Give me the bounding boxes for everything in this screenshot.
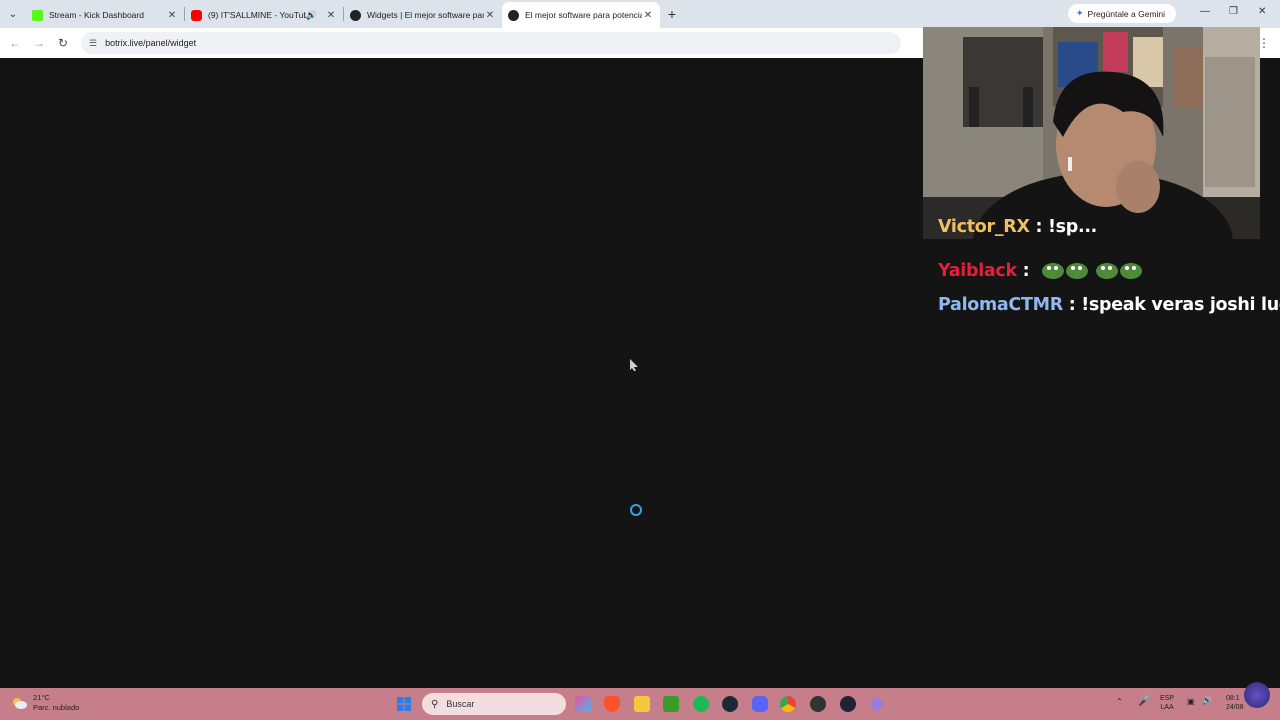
url-field[interactable]: ☰ botrix.live/panel/widget <box>81 32 901 54</box>
clock-time: 08:1 <box>1226 695 1240 702</box>
tab-widgets[interactable]: Widgets | El mejor software para ✕ <box>344 2 502 28</box>
tray-chevron-icon[interactable]: ⌃ <box>1116 697 1123 706</box>
language-indicator[interactable]: ESP LAA <box>1160 694 1174 712</box>
minimize-icon[interactable]: — <box>1200 6 1210 17</box>
chat-text: : !speak veras joshi luck? <box>1068 295 1280 315</box>
reload-icon[interactable]: ↻ <box>51 36 75 50</box>
volume-icon[interactable]: 🔊 <box>1202 696 1212 705</box>
botrix-icon <box>508 9 519 21</box>
pepe-emote-icon <box>1042 263 1089 279</box>
window-close-icon[interactable]: ✕ <box>1258 6 1266 17</box>
back-arrow-icon[interactable]: ← <box>3 36 27 50</box>
new-tab-button[interactable]: + <box>660 6 684 22</box>
windows-taskbar: 21°C Parc. nublado ⚲ Buscar ⌃ 🎤 ESP LAA … <box>0 682 1280 720</box>
close-tab-icon[interactable]: ✕ <box>325 10 337 21</box>
chrome-icon[interactable] <box>780 696 796 712</box>
search-icon: ⚲ <box>431 698 439 710</box>
taskbar-search-box[interactable]: ⚲ Buscar <box>422 693 566 715</box>
clock[interactable]: 08:1 24/08 <box>1226 694 1244 712</box>
tab-title: Widgets | El mejor software para <box>367 10 484 20</box>
mouse-cursor-icon <box>630 359 638 371</box>
weather-temp: 21°C <box>33 693 50 702</box>
ask-gemini-button[interactable]: ✦ Pregúntale a Gemini <box>1068 4 1176 23</box>
clock-date: 24/08 <box>1226 704 1244 711</box>
tab-title: Stream - Kick Dashboard <box>49 10 144 20</box>
chat-username: Victor_RX <box>938 217 1030 237</box>
close-tab-icon[interactable]: ✕ <box>642 10 654 21</box>
file-explorer-icon[interactable] <box>634 696 650 712</box>
loading-spinner <box>630 504 642 516</box>
forward-arrow-icon[interactable]: → <box>27 36 51 50</box>
corner-mascot-icon <box>1244 682 1270 708</box>
brave-browser-icon[interactable] <box>604 696 620 712</box>
tab-title: El mejor software para potencia <box>525 10 642 20</box>
discord-icon[interactable] <box>752 696 768 712</box>
keyboard-layout: LAA <box>1160 704 1174 711</box>
tab-kick-dashboard[interactable]: Stream - Kick Dashboard ✕ <box>26 2 184 28</box>
microphone-icon[interactable]: 🎤 <box>1138 696 1150 707</box>
cloudy-weather-icon <box>13 698 27 709</box>
close-tab-icon[interactable]: ✕ <box>166 10 178 21</box>
weather-desc: Parc. nublado <box>33 703 80 712</box>
search-placeholder: Buscar <box>446 699 475 709</box>
spotify-icon[interactable] <box>693 696 709 712</box>
gemini-spark-icon: ✦ <box>1076 8 1084 18</box>
pepe-emote-icon <box>1095 263 1142 279</box>
gemini-label: Pregúntale a Gemini <box>1087 8 1166 19</box>
steam-icon[interactable] <box>722 696 738 712</box>
copilot-icon[interactable] <box>575 696 591 712</box>
chat-username: Yaiblack <box>938 261 1017 281</box>
close-tab-icon[interactable]: ✕ <box>484 10 496 21</box>
chat-message: PalomaCTMR : !speak veras joshi luck? <box>938 295 1280 315</box>
minecraft-icon[interactable] <box>663 696 679 712</box>
speaker-icon[interactable]: 🔊 <box>306 10 317 21</box>
webcam-overlay <box>923 27 1260 239</box>
youtube-icon <box>191 9 202 21</box>
language-code: ESP <box>1160 695 1175 702</box>
network-icon[interactable]: ▣ <box>1187 697 1195 706</box>
site-settings-icon[interactable]: ☰ <box>89 38 97 49</box>
kick-icon <box>32 9 43 21</box>
tab-youtube[interactable]: (9) IT'SALLMINE - YouTube 🔊 ✕ <box>185 2 343 28</box>
chat-message: Yaiblack : <box>938 260 1143 281</box>
app-icon[interactable] <box>869 696 885 712</box>
chat-message: Victor_RX : !sp... <box>938 217 1097 237</box>
stream-deck-icon[interactable] <box>840 696 856 712</box>
tab-botrix-active[interactable]: El mejor software para potencia ✕ <box>502 2 660 28</box>
webcam-feed-image <box>923 27 1260 239</box>
tab-strip: ⌄ Stream - Kick Dashboard ✕ (9) IT'SALLM… <box>0 0 1280 28</box>
maximize-icon[interactable]: ❐ <box>1229 6 1238 17</box>
botrix-icon <box>350 9 361 21</box>
chat-username: PalomaCTMR <box>938 295 1063 315</box>
tab-title: (9) IT'SALLMINE - YouTube <box>208 10 306 20</box>
weather-widget[interactable]: 21°C Parc. nublado <box>10 693 79 713</box>
chat-text: : !sp... <box>1035 217 1098 237</box>
tab-search-chevron-icon[interactable]: ⌄ <box>0 0 26 28</box>
obs-icon[interactable] <box>810 696 826 712</box>
url-text: botrix.live/panel/widget <box>105 38 197 48</box>
windows-start-icon[interactable] <box>396 696 412 712</box>
chat-text: : <box>1022 261 1030 281</box>
